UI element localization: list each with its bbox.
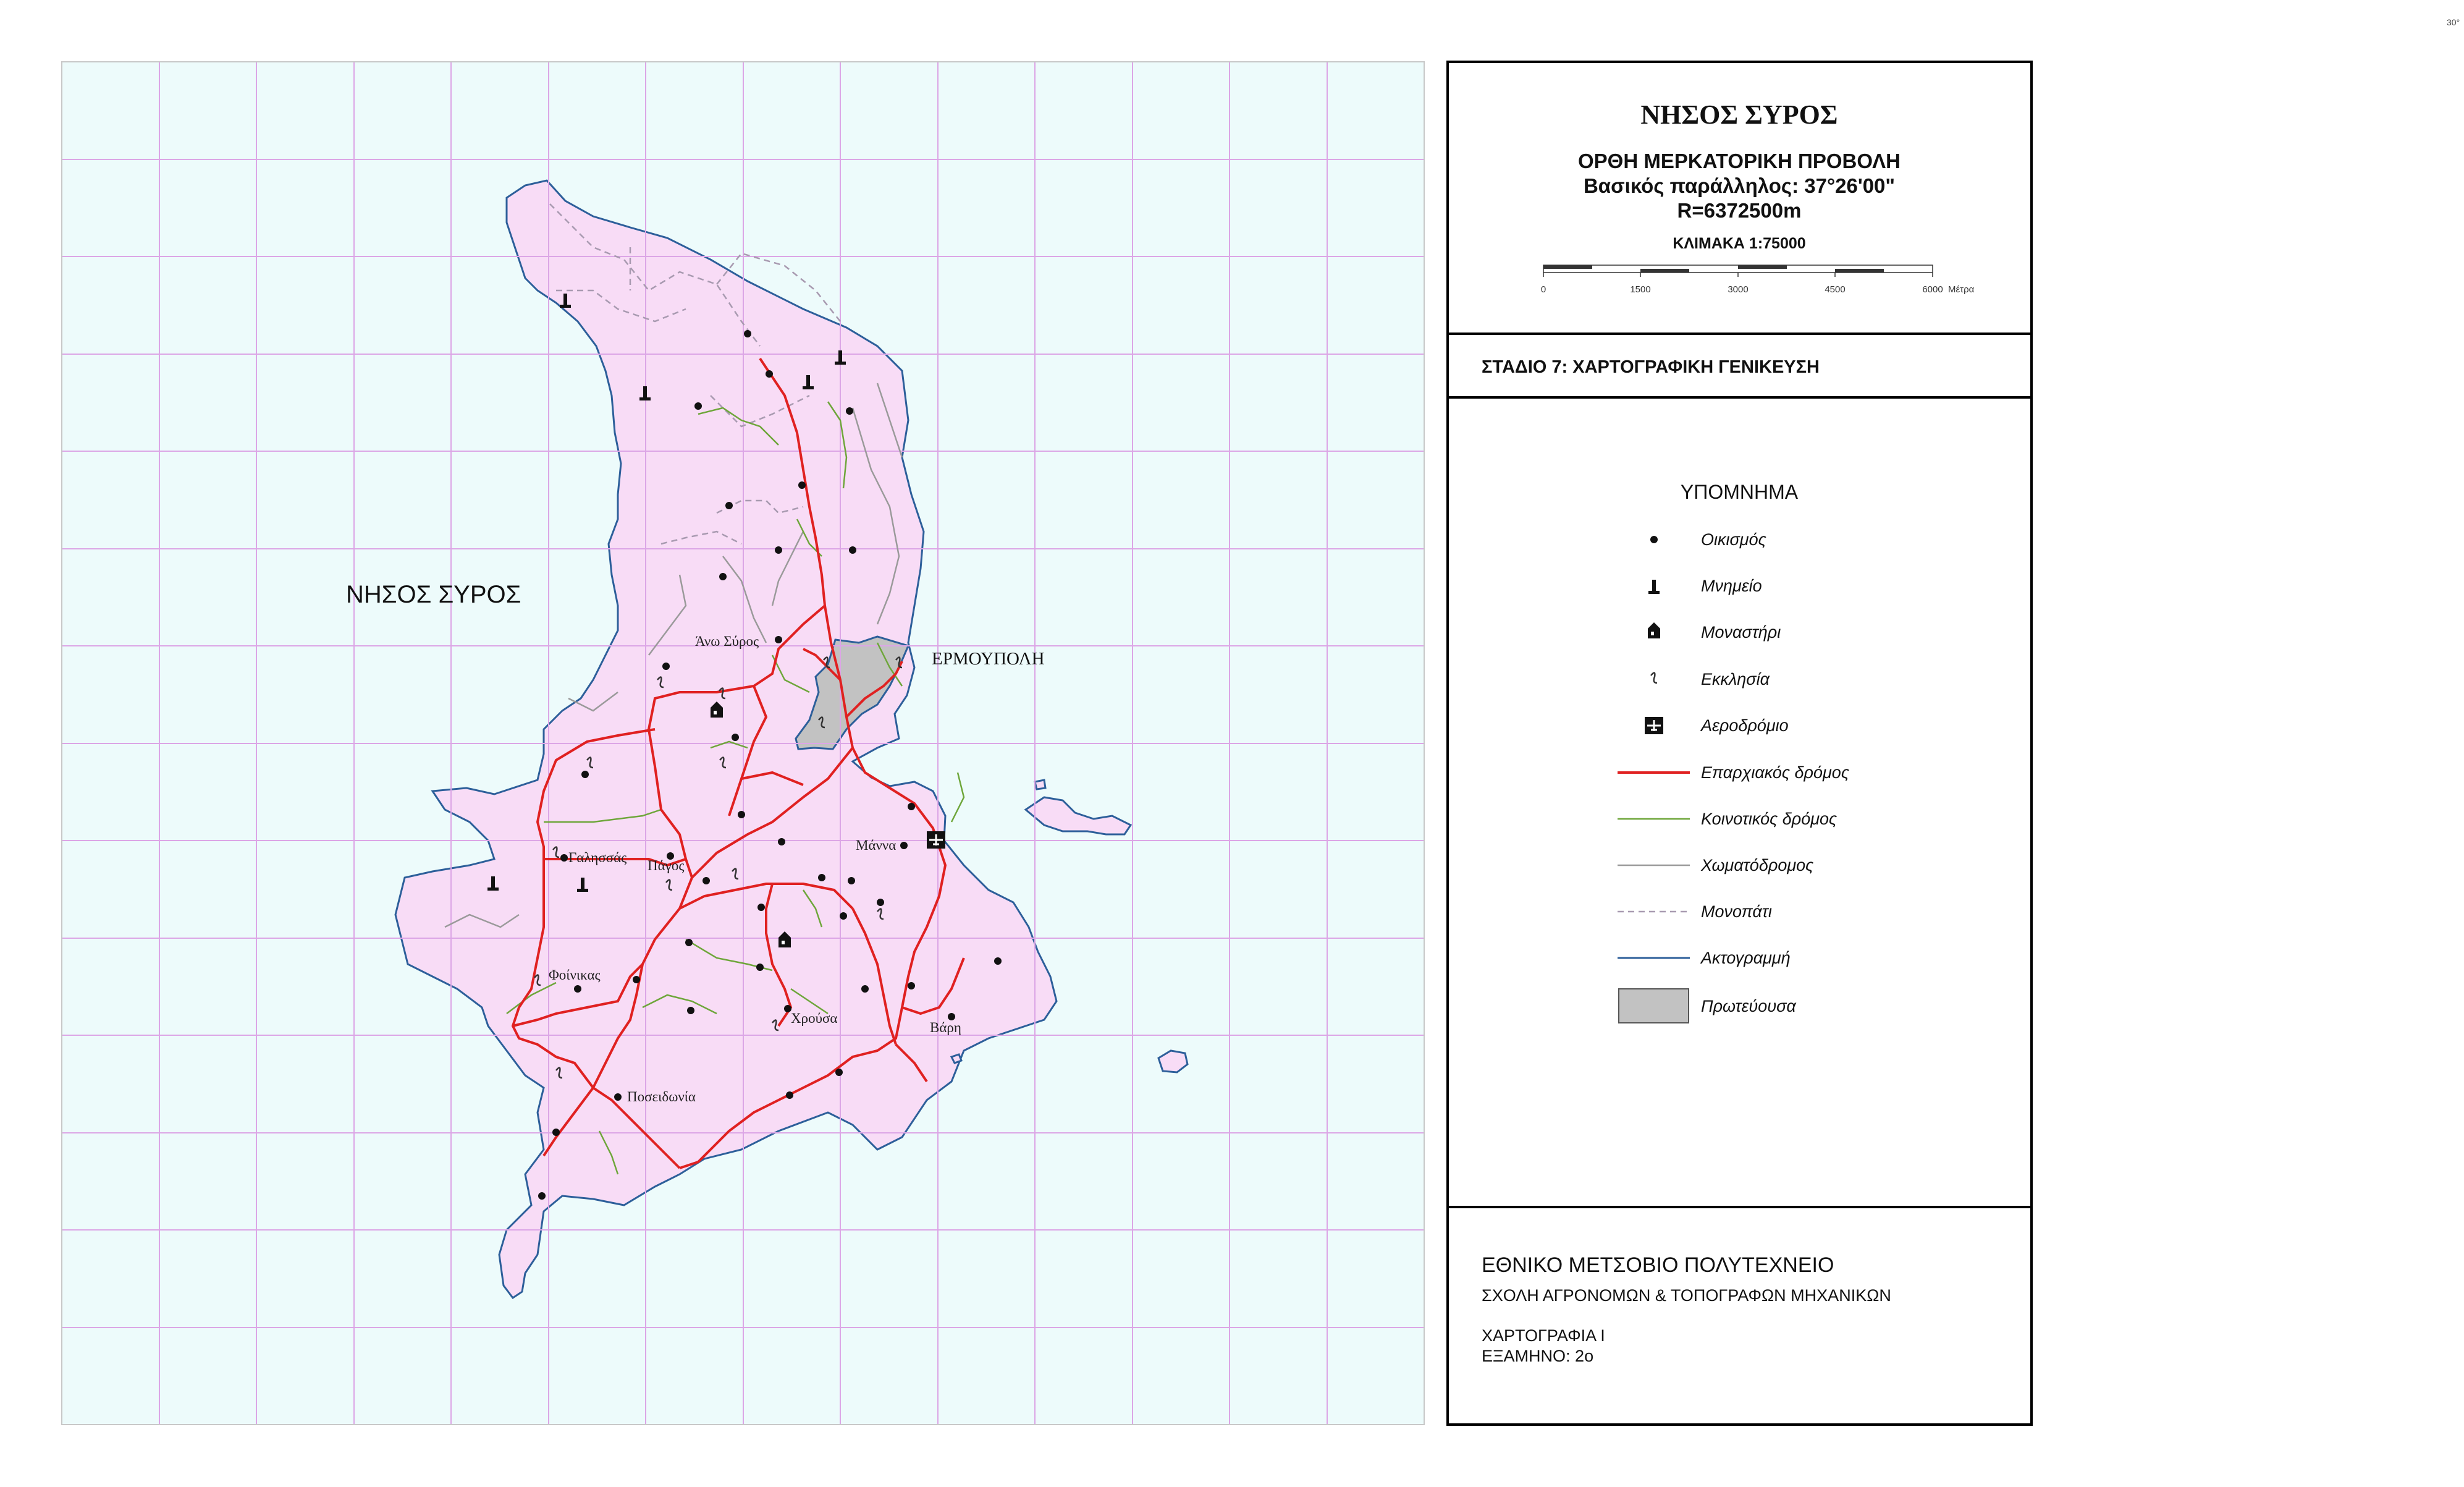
scale-unit: Μέτρα (1948, 284, 1975, 295)
legend-title: ΥΠΟΜΝΗΜΑ (1681, 481, 1799, 503)
place-label-chroussa: Χρούσα (791, 1010, 837, 1026)
info-panel: ΝΗΣΟΣ ΣΥΡΟΣ ΟΡΘΗ ΜΕΡΚΑΤΟΡΙΚΗ ΠΡΟΒΟΛΗ Βασ… (1446, 61, 2033, 1426)
capital-area-icon (1618, 988, 1689, 1023)
settlement-dot-icon (861, 985, 869, 993)
institution-text: ΕΘΝΙΚΟ ΜΕΤΣΟΒΙΟ ΠΟΛΥΤΕΧΝΕΙΟ (1482, 1253, 1834, 1277)
semester-text: ΕΞΑΜΗΝΟ: 2ο (1482, 1347, 1593, 1365)
settlement-dot-icon (744, 330, 751, 337)
scale-tick-3000: 3000 (1728, 284, 1748, 295)
legend-label-capital: Πρωτεύουσα (1701, 997, 1797, 1015)
settlement-dot-icon (846, 407, 853, 415)
scale-label: ΚΛΙΜΑΚΑ 1:75000 (1673, 235, 1805, 252)
settlement-dot-icon (757, 904, 765, 911)
settlement-dot-icon (798, 481, 806, 489)
legend-label-dirt-road: Χωματόδρομος (1700, 856, 1814, 875)
airport-icon (927, 831, 945, 849)
scale-tick-6000: 6000 (1922, 284, 1943, 295)
settlement-dot-icon (719, 573, 727, 580)
projection-text: ΟΡΘΗ ΜΕΡΚΑΤΟΡΙΚΗ ΠΡΟΒΟΛΗ (1578, 150, 1901, 172)
scale-tick-1500: 1500 (1630, 284, 1650, 295)
settlement-dot-icon (560, 854, 568, 862)
place-label-pagos: Πάγος (648, 858, 684, 873)
settlement-dot-icon (766, 370, 773, 378)
legend-label-airport: Αεροδρόμιο (1700, 716, 1789, 735)
place-label-manna: Μάννα (856, 837, 896, 853)
settlement-dot-icon (725, 502, 733, 509)
settlement-dot-icon (786, 1091, 793, 1099)
map-sheet: Άνω Σύρος Γαλησσάς Πάγος Μάννα Φοίνικας … (61, 61, 2033, 1426)
place-label-galissas: Γαλησσάς (568, 850, 627, 865)
panel-title: ΝΗΣΟΣ ΣΥΡΟΣ (1640, 100, 1837, 130)
islet-small-1 (950, 1053, 963, 1064)
place-label-poseidonia: Ποσειδωνία (627, 1089, 696, 1104)
settlement-dot-icon (552, 1129, 560, 1136)
settlement-dot-icon (1650, 536, 1658, 543)
course-text: ΧΑΡΤΟΓΡΑΦΙΑ Ι (1482, 1326, 1605, 1345)
settlement-dot-icon (614, 1093, 622, 1101)
settlement-dot-icon (702, 877, 710, 884)
settlement-dot-icon (877, 899, 884, 906)
legend-label-church: Εκκλησία (1701, 670, 1771, 688)
settlement-dot-icon (849, 546, 856, 554)
settlement-dot-icon (756, 964, 764, 971)
settlement-dot-icon (538, 1192, 546, 1200)
settlement-dot-icon (840, 912, 847, 920)
capital-label: ΕΡΜΟΥΠΟΛΗ (932, 649, 1045, 669)
scale-tick-0: 0 (1541, 284, 1546, 295)
settlement-dot-icon (778, 838, 785, 845)
settlement-dot-icon (818, 874, 825, 881)
islet-small-2 (1034, 779, 1047, 790)
school-text: ΣΧΟΛΗ ΑΓΡΟΝΟΜΩΝ & ΤΟΠΟΓΡΑΦΩΝ ΜΗΧΑΝΙΚΩΝ (1482, 1286, 1891, 1305)
settlement-dot-icon (994, 957, 1002, 965)
legend-label-settlement: Οικισμός (1701, 530, 1767, 549)
settlement-dot-icon (662, 663, 670, 670)
settlement-dot-icon (574, 985, 581, 993)
settlement-dot-icon (908, 803, 915, 810)
radius-text: R=6372500m (1677, 199, 1802, 222)
settlement-dot-icon (738, 811, 745, 818)
place-label-vari: Βάρη (930, 1020, 961, 1035)
settlement-dot-icon (835, 1069, 843, 1076)
settlement-dot-icon (848, 877, 855, 884)
legend-label-provincial-road: Επαρχιακός δρόμος (1701, 763, 1850, 782)
settlement-dot-icon (633, 976, 640, 983)
settlement-dot-icon (732, 734, 739, 741)
island-label: ΝΗΣΟΣ ΣΥΡΟΣ (346, 581, 521, 608)
settlement-dot-icon (687, 1007, 694, 1014)
legend-label-path: Μονοπάτι (1701, 902, 1772, 921)
legend-label-monastery: Μοναστήρι (1701, 623, 1781, 642)
map-frame: Άνω Σύρος Γαλησσάς Πάγος Μάννα Φοίνικας … (61, 61, 1425, 1425)
settlement-dot-icon (900, 842, 908, 849)
place-label-ano-syros: Άνω Σύρος (695, 633, 759, 649)
settlement-dot-icon (685, 939, 693, 946)
stage-text: ΣΤΑΔΙΟ 7: ΧΑΡΤΟΓΡΑΦΙΚΗ ΓΕΝΙΚΕΥΣΗ (1482, 357, 1820, 377)
settlement-dot-icon (581, 771, 589, 778)
legend-label-monument: Μνημείο (1701, 577, 1762, 595)
settlement-dot-icon (775, 546, 782, 554)
settlement-dot-icon (775, 636, 782, 643)
airport-icon (1645, 717, 1663, 734)
legend-label-community-road: Κοινοτικός δρόμος (1701, 810, 1837, 828)
settlement-dot-icon (908, 982, 915, 989)
scale-tick-4500: 4500 (1825, 284, 1845, 295)
settlement-dot-icon (694, 402, 702, 410)
place-label-foinikas: Φοίνικας (549, 967, 601, 983)
parallel-text: Βασικός παράλληλος: 37°26'00" (1584, 174, 1895, 197)
legend-label-coastline: Ακτογραμμή (1700, 949, 1791, 967)
